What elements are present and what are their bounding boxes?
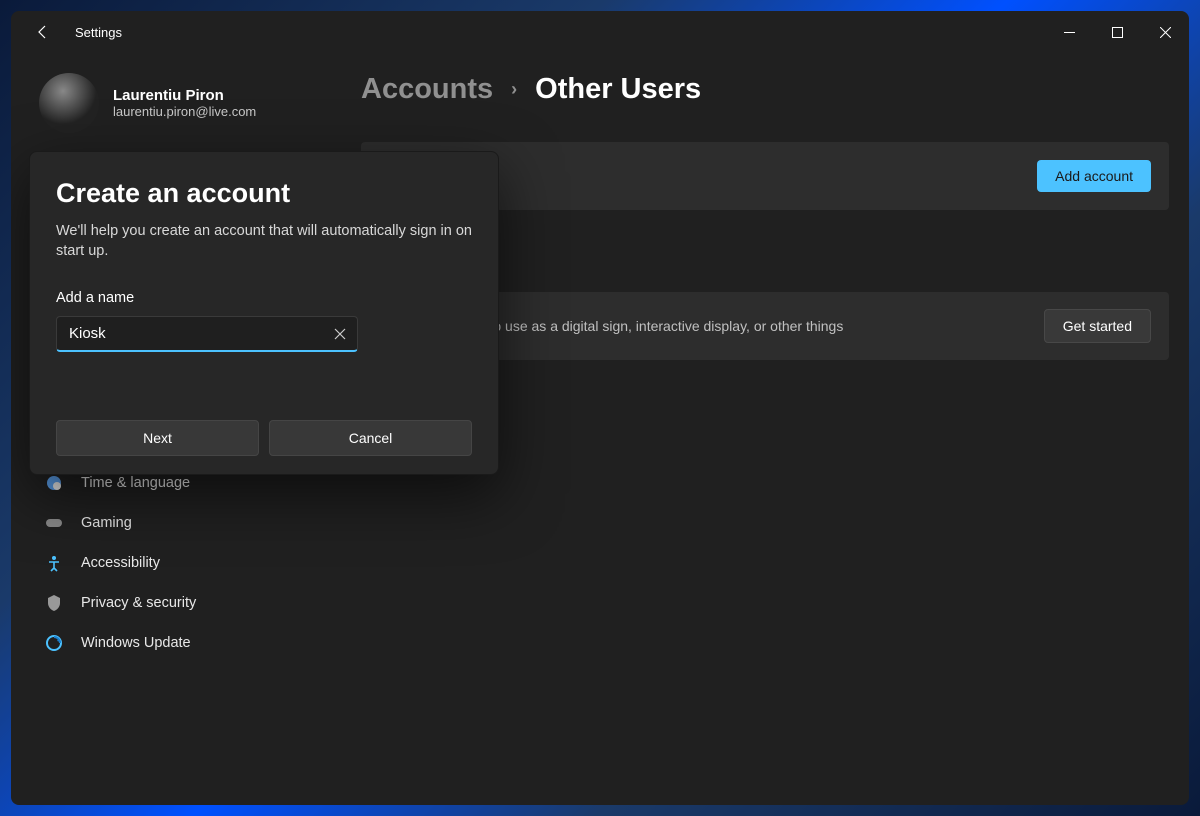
breadcrumb: Accounts › Other Users xyxy=(361,73,1169,106)
gamepad-icon xyxy=(45,514,63,532)
sidebar-item-label: Privacy & security xyxy=(81,595,196,611)
name-input-wrap xyxy=(56,316,358,352)
breadcrumb-parent[interactable]: Accounts xyxy=(361,73,493,106)
back-button[interactable] xyxy=(31,20,55,44)
sidebar-item-privacy-security[interactable]: Privacy & security xyxy=(23,583,321,623)
name-input[interactable] xyxy=(56,316,358,352)
titlebar: Settings xyxy=(11,11,1189,53)
sidebar-item-accessibility[interactable]: Accessibility xyxy=(23,543,321,583)
name-input-label: Add a name xyxy=(56,290,472,306)
window-title: Settings xyxy=(75,25,1045,40)
window-controls xyxy=(1045,11,1189,53)
breadcrumb-current: Other Users xyxy=(535,73,701,106)
cancel-button[interactable]: Cancel xyxy=(269,420,472,456)
dialog-buttons: Next Cancel xyxy=(56,420,472,456)
clear-input-button[interactable] xyxy=(330,324,350,344)
sidebar-item-label: Time & language xyxy=(81,475,190,491)
dialog-description: We'll help you create an account that wi… xyxy=(56,221,472,262)
user-email: laurentiu.piron@live.com xyxy=(113,104,256,119)
add-account-button[interactable]: Add account xyxy=(1037,160,1151,192)
sidebar-item-windows-update[interactable]: Windows Update xyxy=(23,623,321,663)
settings-window: Settings Laurentiu Piron laurentiu.piron… xyxy=(11,11,1189,805)
close-button[interactable] xyxy=(1141,11,1189,53)
clock-globe-icon xyxy=(45,474,63,492)
create-account-dialog: Create an account We'll help you create … xyxy=(29,151,499,475)
sidebar-item-label: Gaming xyxy=(81,515,132,531)
get-started-button[interactable]: Get started xyxy=(1044,309,1151,343)
maximize-button[interactable] xyxy=(1093,11,1141,53)
minimize-button[interactable] xyxy=(1045,11,1093,53)
shield-icon xyxy=(45,594,63,612)
sidebar-item-label: Windows Update xyxy=(81,635,191,651)
partial-text: k xyxy=(491,436,1169,452)
user-name: Laurentiu Piron xyxy=(113,87,256,104)
sidebar-item-gaming[interactable]: Gaming xyxy=(23,503,321,543)
person-icon xyxy=(45,554,63,572)
chevron-right-icon: › xyxy=(511,79,517,100)
dialog-title: Create an account xyxy=(56,178,472,209)
next-button[interactable]: Next xyxy=(56,420,259,456)
sidebar-item-label: Accessibility xyxy=(81,555,160,571)
user-block[interactable]: Laurentiu Piron laurentiu.piron@live.com xyxy=(23,63,321,153)
update-icon xyxy=(45,634,63,652)
avatar xyxy=(39,73,99,133)
